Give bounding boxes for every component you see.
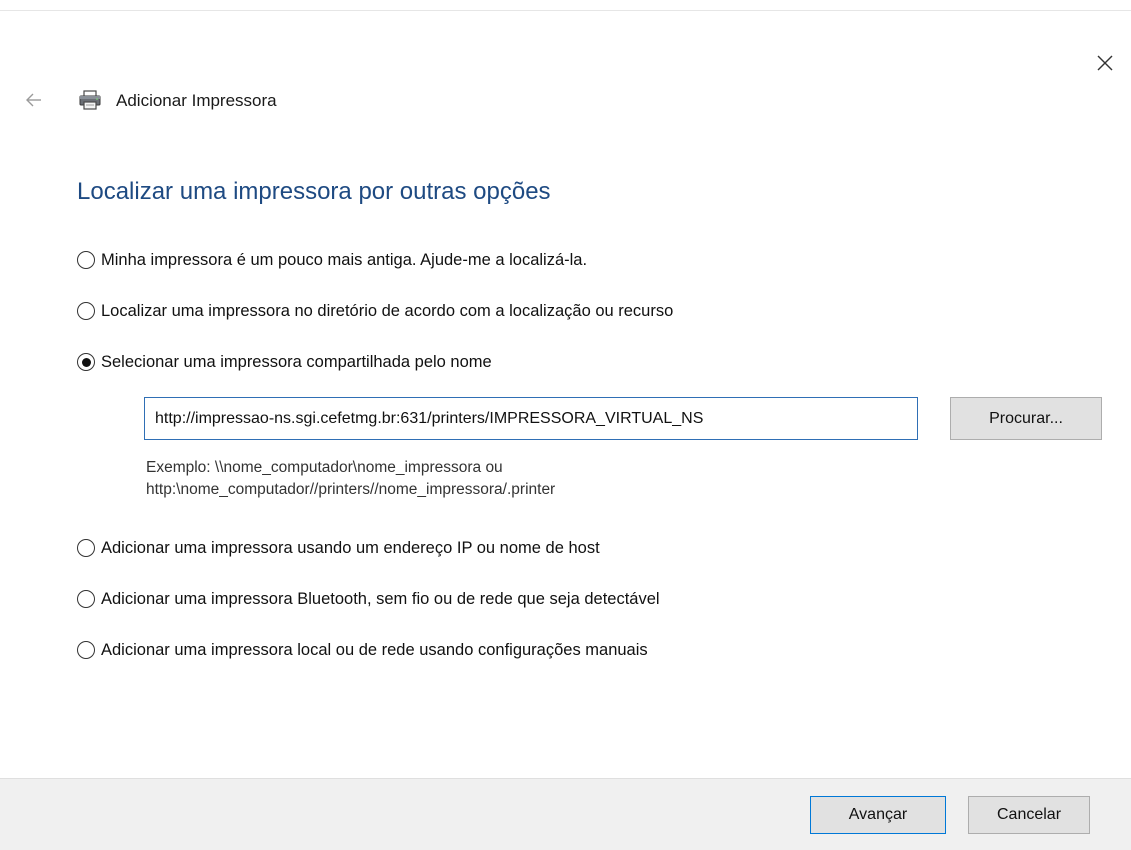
option-directory-search[interactable]: Localizar uma impressora no diretório de… <box>77 298 673 324</box>
browse-button[interactable]: Procurar... <box>950 397 1102 440</box>
option-local-manual[interactable]: Adicionar uma impressora local ou de red… <box>77 637 648 663</box>
page-heading: Localizar uma impressora por outras opçõ… <box>77 178 551 205</box>
printer-icon <box>79 90 101 110</box>
top-divider <box>0 10 1131 11</box>
shared-printer-name-input[interactable] <box>144 397 918 440</box>
example-line-2: http:\nome_computador//printers//nome_im… <box>146 481 556 498</box>
cancel-button[interactable]: Cancelar <box>968 796 1090 834</box>
radio-button[interactable] <box>77 251 95 269</box>
option-ip-address[interactable]: Adicionar uma impressora usando um ender… <box>77 535 600 561</box>
option-shared-by-name[interactable]: Selecionar uma impressora compartilhada … <box>77 349 492 375</box>
example-hint: Exemplo: \\nome_computador\nome_impresso… <box>146 457 555 501</box>
option-label: Adicionar uma impressora Bluetooth, sem … <box>101 589 660 608</box>
option-bluetooth-wireless[interactable]: Adicionar uma impressora Bluetooth, sem … <box>77 586 660 612</box>
option-label: Minha impressora é um pouco mais antiga.… <box>101 250 588 269</box>
option-label: Adicionar uma impressora usando um ender… <box>101 538 600 557</box>
radio-button[interactable] <box>77 539 95 557</box>
option-label: Adicionar uma impressora local ou de red… <box>101 640 648 659</box>
example-line-1: Exemplo: \\nome_computador\nome_impresso… <box>146 459 503 476</box>
radio-dot <box>81 357 91 367</box>
radio-button[interactable] <box>77 302 95 320</box>
option-label: Selecionar uma impressora compartilhada … <box>101 352 492 371</box>
close-button[interactable] <box>1090 48 1120 78</box>
radio-button[interactable] <box>77 641 95 659</box>
option-label: Localizar uma impressora no diretório de… <box>101 301 674 320</box>
back-arrow-icon[interactable] <box>24 90 44 110</box>
radio-button[interactable] <box>77 590 95 608</box>
option-older-printer[interactable]: Minha impressora é um pouco mais antiga.… <box>77 247 587 273</box>
wizard-header: Adicionar Impressora <box>0 82 600 118</box>
next-button[interactable]: Avançar <box>810 796 946 834</box>
radio-button-selected[interactable] <box>77 353 95 371</box>
wizard-footer: Avançar Cancelar <box>0 778 1131 850</box>
window-title: Adicionar Impressora <box>116 91 277 110</box>
close-icon <box>1097 55 1113 71</box>
